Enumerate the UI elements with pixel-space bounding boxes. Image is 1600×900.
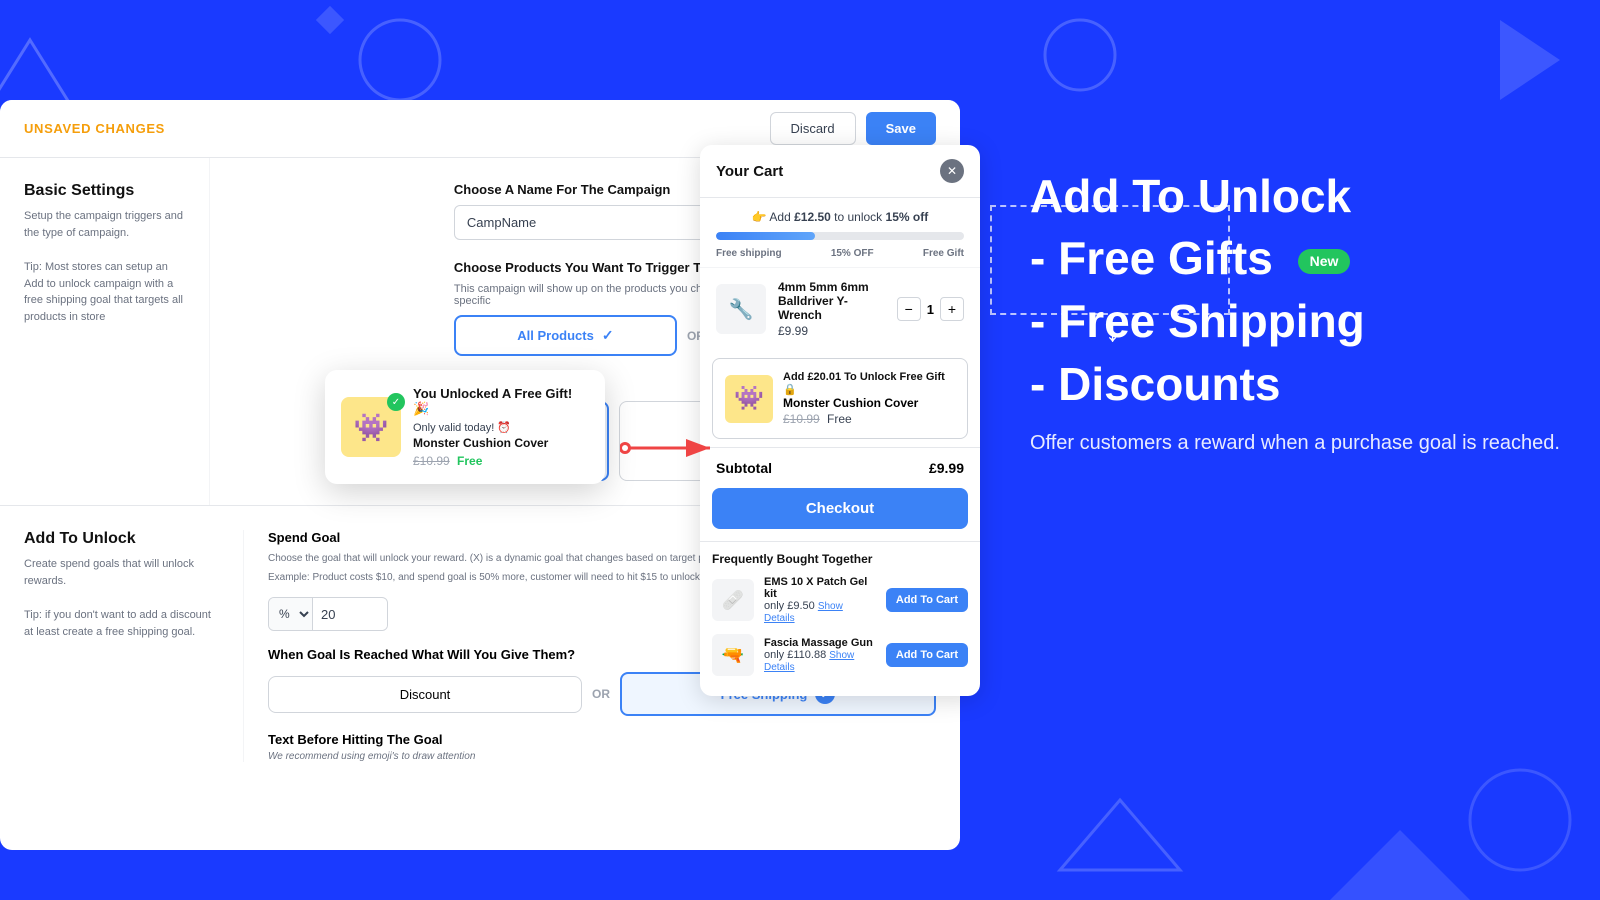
cart-progress-emoji: 👉 [752, 210, 770, 224]
basic-settings-title: Basic Settings [24, 182, 185, 200]
popup-old-price: £10.99 [413, 454, 450, 468]
unlock-banner-content: Add £20.01 To Unlock Free Gift 🔒 Monster… [783, 371, 955, 426]
popup-free-price: Free [457, 454, 482, 468]
cart-progress-amount: £12.50 [794, 210, 831, 224]
popup-product-name: Monster Cushion Cover [413, 436, 589, 450]
freq-item-1-info: EMS 10 X Patch Gel kit only £9.50 Show D… [764, 576, 876, 624]
checkout-button[interactable]: Checkout [712, 488, 968, 529]
discard-button[interactable]: Discard [770, 112, 856, 145]
milestone-2: 15% OFF [831, 248, 874, 259]
freq-item-2-info: Fascia Massage Gun only £110.88 Show Det… [764, 637, 876, 673]
add-to-unlock-desc: Create spend goals that will unlock rewa… [24, 556, 219, 589]
progress-labels: Free shipping 15% OFF Free Gift [716, 248, 964, 259]
free-gift-popup: 👾 ✓ You Unlocked A Free Gift! 🎉 Only val… [325, 370, 605, 484]
spend-goal-input-group: % £ [268, 597, 388, 631]
right-panel-desc: Offer customers a reward when a purchase… [1030, 428, 1560, 458]
cart-item-wrench-name: 4mm 5mm 6mm Balldriver Y-Wrench [778, 280, 885, 322]
unlock-banner-text: Add £20.01 To Unlock Free Gift 🔒 [783, 371, 955, 396]
cart-progress-percent: 15% off [886, 210, 929, 224]
basic-settings-panel: Basic Settings Setup the campaign trigge… [0, 158, 210, 505]
popup-title: You Unlocked A Free Gift! 🎉 [413, 386, 589, 417]
add-to-unlock-tip: Tip: if you don't want to add a discount… [24, 607, 219, 640]
text-before-goal-section: Text Before Hitting The Goal We recommen… [268, 732, 936, 762]
popup-check-overlay: ✓ [387, 393, 405, 411]
discount-button[interactable]: Discount [268, 676, 582, 713]
cart-item-wrench: 🔧 4mm 5mm 6mm Balldriver Y-Wrench £9.99 … [700, 267, 980, 350]
basic-settings-desc: Setup the campaign triggers and the type… [24, 208, 185, 241]
text-before-sublabel: We recommend using emoji's to draw atten… [268, 751, 936, 762]
spend-goal-prefix-select[interactable]: % £ [269, 598, 313, 630]
basic-settings-tip: Tip: Most stores can setup an Add to unl… [24, 259, 185, 325]
cart-progress-suffix: to unlock [834, 210, 882, 224]
popup-content: You Unlocked A Free Gift! 🎉 Only valid t… [413, 386, 589, 468]
cart-item-wrench-price: £9.99 [778, 324, 885, 338]
qty-plus-button[interactable]: + [940, 297, 964, 321]
dashed-annotation-arrow: ↓ [1105, 315, 1120, 349]
cart-item-wrench-info: 4mm 5mm 6mm Balldriver Y-Wrench £9.99 [778, 280, 885, 338]
cart-subtotal: Subtotal £9.99 [700, 447, 980, 488]
unsaved-changes-label: UNSAVED CHANGES [24, 121, 165, 136]
frequently-title: Frequently Bought Together [712, 552, 968, 566]
freq-item-1-details[interactable]: Show Details [764, 601, 843, 624]
cart-progress-container: 👉 Add £12.50 to unlock 15% off Free ship… [700, 198, 980, 267]
freq-item-1: 🩹 EMS 10 X Patch Gel kit only £9.50 Show… [712, 576, 968, 624]
header-actions: Discard Save [770, 112, 936, 145]
freq-item-2-price: only £110.88 Show Details [764, 649, 876, 673]
subtotal-label: Subtotal [716, 460, 772, 476]
cart-panel: Your Cart ✕ 👉 Add £12.50 to unlock 15% o… [700, 145, 980, 696]
text-before-label: Text Before Hitting The Goal [268, 732, 936, 747]
freq-item-2-add-button[interactable]: Add To Cart [886, 643, 968, 667]
cart-title: Your Cart [716, 163, 783, 180]
unlock-banner-prices: £10.99 Free [783, 412, 955, 426]
freq-item-1-name: EMS 10 X Patch Gel kit [764, 576, 876, 600]
unlock-banner-gift-img: 👾 [725, 375, 773, 423]
right-panel-line4: - Discounts [1030, 357, 1560, 412]
new-badge: New [1298, 249, 1351, 274]
milestone-3: Free Gift [923, 248, 964, 259]
freq-item-1-img: 🩹 [712, 579, 754, 621]
frequently-section: Frequently Bought Together 🩹 EMS 10 X Pa… [700, 541, 980, 696]
add-to-unlock-title: Add To Unlock [24, 530, 219, 548]
unlock-banner-info: Monster Cushion Cover £10.99 Free [783, 396, 955, 426]
progress-track [716, 232, 964, 240]
add-to-unlock-panel: Add To Unlock Create spend goals that wi… [24, 530, 244, 762]
unlock-banner-free: Free [827, 412, 852, 426]
popup-valid: Only valid today! ⏰ [413, 421, 589, 434]
freq-item-1-price: only £9.50 Show Details [764, 600, 876, 624]
milestone-1: Free shipping [716, 248, 782, 259]
popup-prices: £10.99 Free [413, 454, 589, 468]
freq-item-2-details[interactable]: Show Details [764, 650, 854, 673]
freq-item-1-add-button[interactable]: Add To Cart [886, 588, 968, 612]
all-products-check: ✓ [602, 327, 614, 344]
save-button[interactable]: Save [866, 112, 936, 145]
qty-value: 1 [927, 302, 934, 317]
red-arrow [620, 428, 720, 468]
all-products-button[interactable]: All Products ✓ [454, 315, 677, 356]
spend-goal-value-input[interactable] [313, 599, 388, 630]
heading-line4: - Discounts [1030, 358, 1280, 410]
reward-or-divider: OR [592, 687, 610, 701]
freq-item-2-img: 🔫 [712, 634, 754, 676]
qty-controls: − 1 + [897, 297, 964, 321]
cart-progress-text: 👉 Add £12.50 to unlock 15% off [716, 210, 964, 224]
qty-minus-button[interactable]: − [897, 297, 921, 321]
unlock-banner: 👾 Add £20.01 To Unlock Free Gift 🔒 Monst… [712, 358, 968, 439]
cart-progress-prefix: Add [769, 210, 790, 224]
dashed-annotation-box [990, 205, 1230, 315]
cart-header: Your Cart ✕ [700, 145, 980, 198]
unlock-banner-product-name: Monster Cushion Cover [783, 396, 955, 410]
progress-fill [716, 232, 815, 240]
unlock-banner-old-price: £10.99 [783, 412, 820, 426]
cart-item-wrench-img: 🔧 [716, 284, 766, 334]
freq-item-2-name: Fascia Massage Gun [764, 637, 876, 649]
freq-item-2: 🔫 Fascia Massage Gun only £110.88 Show D… [712, 634, 968, 676]
cart-close-button[interactable]: ✕ [940, 159, 964, 183]
all-products-label: All Products [517, 328, 594, 343]
subtotal-value: £9.99 [929, 460, 964, 476]
popup-gift-img: 👾 ✓ [341, 397, 401, 457]
